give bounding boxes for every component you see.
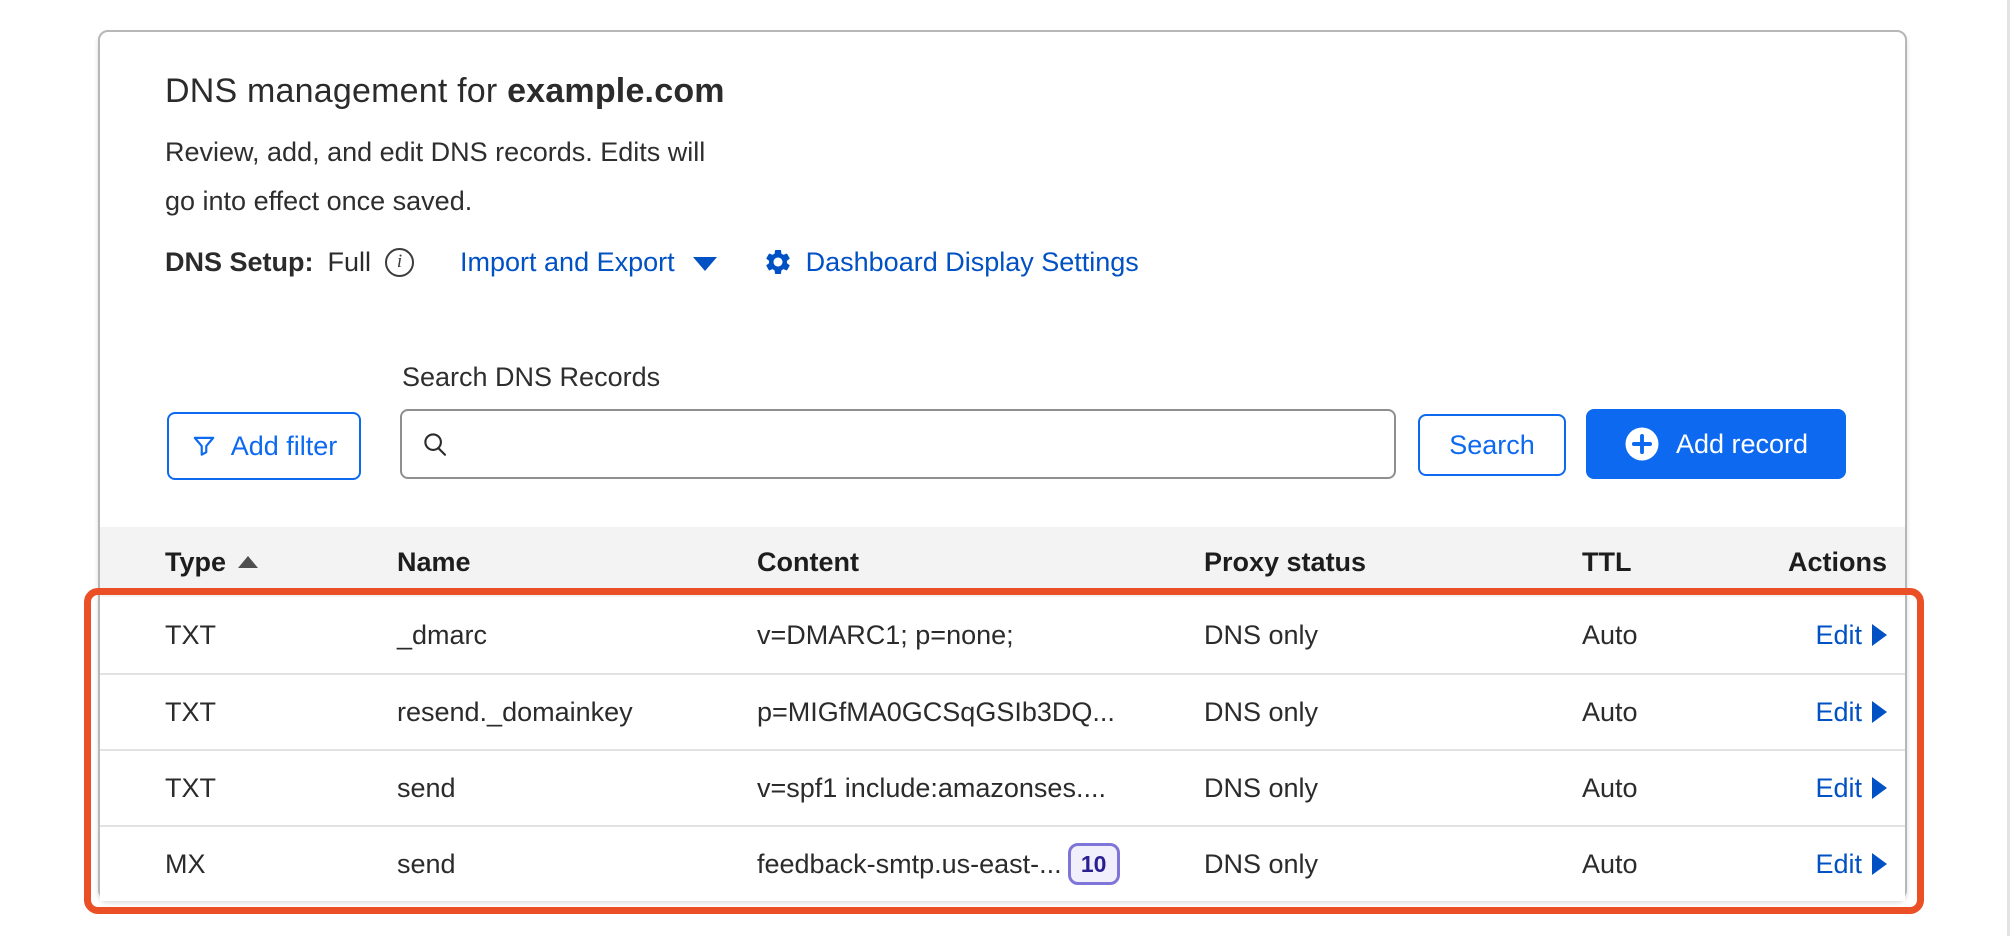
search-icon	[420, 429, 450, 459]
cell-actions: Edit	[1774, 697, 1887, 728]
column-header-ttl: TTL	[1582, 547, 1774, 578]
dashboard-display-settings-link[interactable]: Dashboard Display Settings	[763, 247, 1139, 278]
import-export-link[interactable]: Import and Export	[460, 247, 717, 278]
cell-content-text: feedback-smtp.us-east-...	[757, 849, 1062, 880]
cell-actions: Edit	[1774, 620, 1887, 651]
info-icon[interactable]: i	[385, 248, 414, 277]
dns-setup-label: DNS Setup:	[165, 247, 314, 278]
search-box[interactable]	[400, 409, 1396, 479]
search-label: Search DNS Records	[402, 362, 660, 393]
chevron-right-icon	[1872, 701, 1887, 723]
cell-content: v=DMARC1; p=none;	[757, 620, 1204, 651]
cell-ttl: Auto	[1582, 773, 1774, 804]
cell-type: TXT	[165, 697, 397, 728]
domain-name: example.com	[507, 72, 725, 110]
cell-content: feedback-smtp.us-east-... 10	[757, 843, 1204, 885]
plus-icon	[1624, 426, 1660, 462]
column-header-type-label: Type	[165, 547, 226, 578]
edit-link[interactable]: Edit	[1815, 697, 1887, 728]
add-record-button[interactable]: Add record	[1586, 409, 1846, 479]
search-input[interactable]	[464, 429, 1376, 460]
cell-proxy-status: DNS only	[1204, 697, 1582, 728]
column-header-name: Name	[397, 547, 757, 578]
cell-proxy-status: DNS only	[1204, 620, 1582, 651]
cell-content: p=MIGfMA0GCSqGSIb3DQ...	[757, 697, 1204, 728]
add-filter-button[interactable]: Add filter	[167, 412, 361, 480]
subtitle-line-1: Review, add, and edit DNS records. Edits…	[165, 137, 705, 167]
table-row: MX send feedback-smtp.us-east-... 10 DNS…	[100, 825, 1905, 901]
edit-label: Edit	[1815, 620, 1862, 651]
cell-name: _dmarc	[397, 620, 757, 651]
add-filter-label: Add filter	[231, 431, 338, 462]
dns-setup-value: Full	[328, 247, 372, 278]
edit-link[interactable]: Edit	[1815, 773, 1887, 804]
gear-icon	[763, 247, 793, 277]
page-title-prefix: DNS management for	[165, 72, 497, 110]
chevron-right-icon	[1872, 853, 1887, 875]
cell-name: resend._domainkey	[397, 697, 757, 728]
table-row: TXT _dmarc v=DMARC1; p=none; DNS only Au…	[100, 597, 1905, 673]
cell-proxy-status: DNS only	[1204, 849, 1582, 880]
cell-name: send	[397, 773, 757, 804]
dns-management-card: DNS management for example.com Review, a…	[98, 30, 1907, 900]
page-title: DNS management for example.com	[165, 72, 725, 111]
add-record-label: Add record	[1676, 429, 1808, 460]
chevron-down-icon	[693, 257, 717, 271]
chevron-right-icon	[1872, 777, 1887, 799]
cell-ttl: Auto	[1582, 697, 1774, 728]
edit-link[interactable]: Edit	[1815, 849, 1887, 880]
column-header-type[interactable]: Type	[165, 547, 397, 578]
cell-content-text: p=MIGfMA0GCSqGSIb3DQ...	[757, 697, 1115, 728]
import-export-label: Import and Export	[460, 247, 675, 278]
window-edge	[2007, 0, 2010, 936]
column-header-actions: Actions	[1774, 547, 1887, 578]
column-header-proxy-status: Proxy status	[1204, 547, 1582, 578]
table-body: TXT _dmarc v=DMARC1; p=none; DNS only Au…	[100, 597, 1905, 901]
cell-type: TXT	[165, 773, 397, 804]
cell-type: TXT	[165, 620, 397, 651]
priority-badge: 10	[1068, 843, 1120, 885]
dashboard-display-settings-label: Dashboard Display Settings	[806, 247, 1139, 278]
edit-label: Edit	[1815, 697, 1862, 728]
filter-icon	[191, 433, 217, 459]
table-row: TXT resend._domainkey p=MIGfMA0GCSqGSIb3…	[100, 673, 1905, 749]
page-subtitle: Review, add, and edit DNS records. Edits…	[165, 128, 705, 226]
cell-content: v=spf1 include:amazonses....	[757, 773, 1204, 804]
cell-actions: Edit	[1774, 849, 1887, 880]
edit-label: Edit	[1815, 773, 1862, 804]
table-header: Type Name Content Proxy status TTL Actio…	[100, 527, 1905, 597]
cell-type: MX	[165, 849, 397, 880]
cell-content-text: v=DMARC1; p=none;	[757, 620, 1014, 651]
cell-ttl: Auto	[1582, 849, 1774, 880]
sort-asc-icon	[238, 556, 258, 568]
cell-proxy-status: DNS only	[1204, 773, 1582, 804]
dns-setup-row: DNS Setup: Full i Import and Export Dash…	[165, 242, 1139, 282]
cell-content-text: v=spf1 include:amazonses....	[757, 773, 1106, 804]
edit-link[interactable]: Edit	[1815, 620, 1887, 651]
table-row: TXT send v=spf1 include:amazonses.... DN…	[100, 749, 1905, 825]
cell-name: send	[397, 849, 757, 880]
chevron-right-icon	[1872, 624, 1887, 646]
search-button[interactable]: Search	[1418, 414, 1566, 476]
subtitle-line-2: go into effect once saved.	[165, 186, 472, 216]
column-header-content: Content	[757, 547, 1204, 578]
cell-ttl: Auto	[1582, 620, 1774, 651]
cell-actions: Edit	[1774, 773, 1887, 804]
edit-label: Edit	[1815, 849, 1862, 880]
